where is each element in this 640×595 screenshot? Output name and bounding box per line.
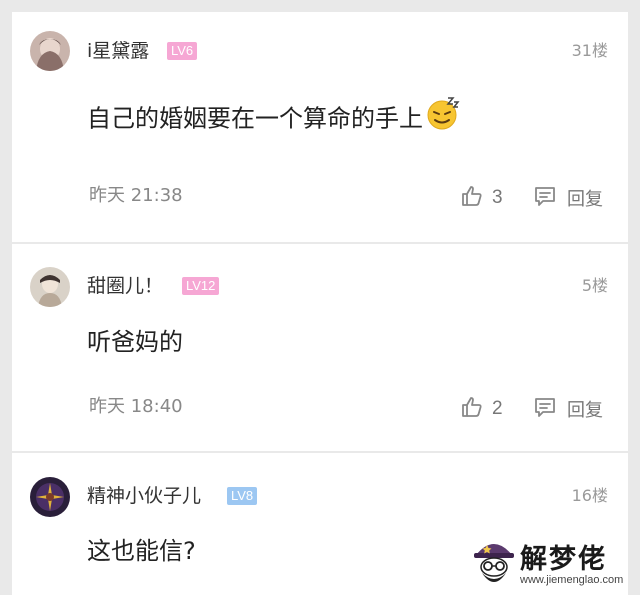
avatar[interactable] (30, 267, 70, 307)
reply-button[interactable]: 回复 (533, 395, 603, 423)
comment-time: 昨天 18:40 (89, 396, 183, 417)
like-count: 3 (492, 187, 503, 208)
thumbs-up-icon (460, 184, 484, 212)
level-badge: LV8 (227, 487, 258, 505)
watermark-url: www.jiemenglao.com (520, 574, 624, 586)
avatar[interactable] (30, 477, 70, 517)
reply-label: 回复 (567, 400, 603, 421)
like-count: 2 (492, 398, 503, 419)
comment-text: 这也能信? (87, 534, 196, 568)
comment-time: 昨天 21:38 (89, 185, 183, 206)
like-button[interactable]: 3 (460, 184, 503, 212)
floor-number: 16楼 (571, 486, 608, 505)
level-badge: LV12 (182, 277, 220, 295)
comment-text: 听爸妈的 (87, 325, 183, 359)
like-button[interactable]: 2 (460, 395, 503, 423)
thumbs-up-icon (460, 395, 484, 423)
reply-button[interactable]: 回复 (533, 184, 603, 212)
username[interactable]: 甜圈儿！ (87, 274, 163, 298)
avatar[interactable] (30, 31, 70, 71)
floor-number: 5楼 (581, 276, 608, 295)
comment-content: 这也能信? (87, 537, 196, 565)
sweat-smile-emoji-icon (425, 95, 461, 140)
watermark-title: 解梦佬 (520, 544, 607, 575)
avatar-image (30, 477, 70, 517)
comment-card: i星黛露 LV6 31楼 自己的婚姻要在一个算命的手上 昨天 21:38 3 回 (12, 12, 628, 242)
comment-bubble-icon (533, 184, 557, 212)
avatar-image (30, 31, 70, 71)
comment-card: 甜圈儿！ LV12 5楼 听爸妈的 昨天 18:40 2 回复 (12, 244, 628, 451)
username[interactable]: 精神小伙子儿 (87, 484, 201, 508)
level-badge: LV6 (167, 42, 198, 60)
username[interactable]: i星黛露 (87, 39, 149, 63)
watermark-logo: 解梦佬 www.jiemenglao.com (470, 533, 638, 593)
comment-content: 自己的婚姻要在一个算命的手上 (87, 104, 423, 133)
floor-number: 31楼 (571, 41, 608, 60)
reply-label: 回复 (567, 189, 603, 210)
comment-text: 自己的婚姻要在一个算命的手上 (87, 97, 461, 142)
comment-content: 听爸妈的 (87, 328, 183, 356)
avatar-image (30, 267, 70, 307)
comment-bubble-icon (533, 395, 557, 423)
wizard-mascot-icon (474, 544, 514, 582)
